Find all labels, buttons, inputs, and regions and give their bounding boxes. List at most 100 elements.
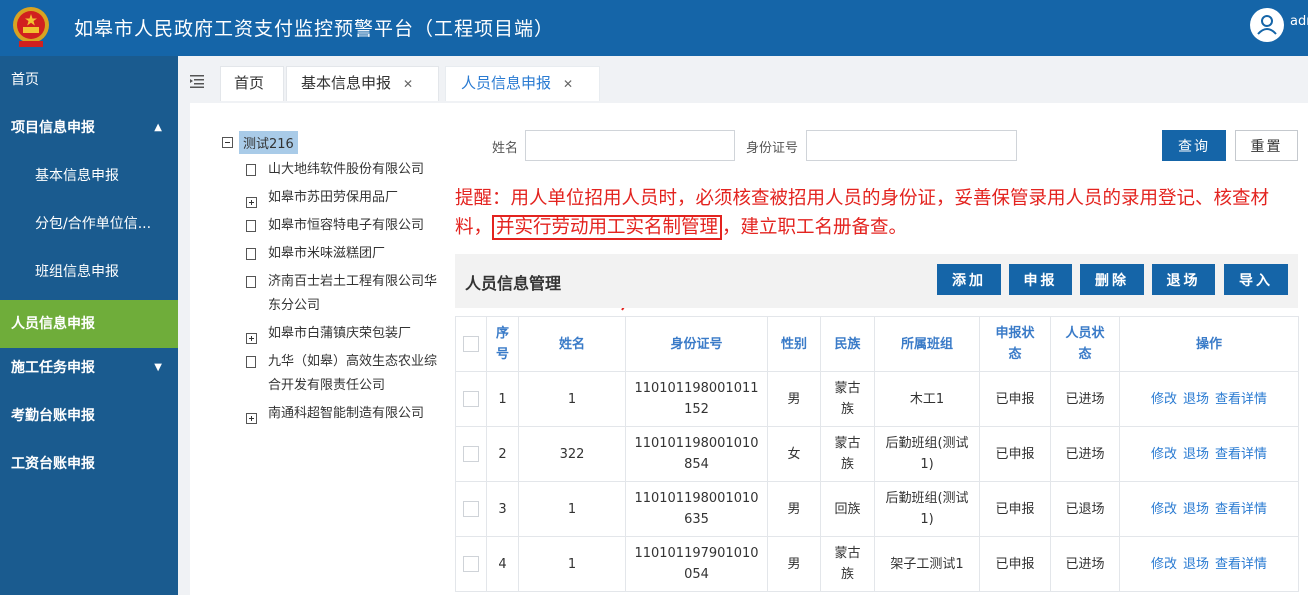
leave-link[interactable]: 退场 (1183, 557, 1209, 572)
tree-node-label[interactable]: 济南百士岩土工程有限公司华 (268, 271, 437, 293)
chevron-up-icon: ▲ (154, 122, 162, 133)
tree-node-label[interactable]: 如皋市白蒲镇庆荣包装厂 (268, 323, 411, 345)
sidebar-item-label: 基本信息申报 (35, 168, 119, 184)
tab-basic-info[interactable]: 基本信息申报 ✕ (286, 66, 439, 101)
cell-ops: 修改 退场 查看详情 (1119, 371, 1299, 427)
sidebar-item-label: 考勤台账申报 (11, 408, 95, 424)
panel-header: 人员信息管理 添加 申报 删除 退场 导入 (455, 254, 1298, 308)
column-header: 民族 (820, 316, 875, 372)
cell-seq: 3 (486, 481, 519, 537)
leave-link[interactable]: 退场 (1183, 392, 1209, 407)
query-button[interactable]: 查询 (1162, 130, 1226, 161)
detail-link[interactable]: 查看详情 (1215, 557, 1267, 572)
delete-button[interactable]: 删除 (1080, 264, 1144, 295)
tree-node-label[interactable]: 南通科超智能制造有限公司 (268, 403, 424, 425)
file-icon (246, 276, 256, 288)
sidebar-item-attendance[interactable]: 考勤台账申报 (0, 392, 178, 440)
tree-node-continuation[interactable]: 东分公司 (268, 295, 320, 317)
cell-name: 1 (518, 536, 626, 592)
cell-status: 已进场 (1050, 426, 1120, 482)
menu-toggle-icon[interactable] (190, 74, 204, 88)
tree-node-label[interactable]: 如皋市恒容特电子有限公司 (268, 215, 424, 237)
sidebar-item-basic-info[interactable]: 基本信息申报 (0, 152, 178, 200)
reset-button[interactable]: 重置 (1235, 130, 1298, 161)
file-icon (246, 248, 256, 260)
cell-team: 后勤班组(测试1) (874, 481, 980, 537)
tab-label: 首页 (234, 74, 265, 92)
cell-team: 架子工测试1 (874, 536, 980, 592)
cell-status: 已进场 (1050, 371, 1120, 427)
sidebar-item-subcontract[interactable]: 分包/合作单位信... (0, 200, 178, 248)
tree-node-label[interactable]: 如皋市苏田劳保用品厂 (268, 187, 398, 209)
leave-link[interactable]: 退场 (1183, 447, 1209, 462)
column-header: 姓名 (518, 316, 626, 372)
sidebar-item-personnel-info[interactable]: 人员信息申报 (0, 300, 178, 348)
tab-personnel-info[interactable]: 人员信息申报 ✕ (445, 66, 600, 101)
username[interactable]: admin (1290, 14, 1308, 29)
cell-declare: 已申报 (979, 426, 1051, 482)
leave-button[interactable]: 退场 (1152, 264, 1215, 295)
table-row: 1 1 110101198001011152 男 蒙古族 木工1 已申报 已进场… (455, 371, 1299, 427)
name-input[interactable] (525, 130, 735, 161)
row-checkbox[interactable] (463, 391, 479, 407)
panel-title: 人员信息管理 (465, 274, 562, 293)
expand-icon[interactable] (246, 413, 257, 424)
import-button[interactable]: 导入 (1224, 264, 1288, 295)
collapse-icon[interactable] (222, 137, 233, 148)
close-icon[interactable]: ✕ (403, 77, 413, 91)
tree-node-label[interactable]: 如皋市米味滋糕团厂 (268, 243, 385, 265)
tab-home[interactable]: 首页 (220, 66, 284, 101)
cell-name: 1 (518, 371, 626, 427)
cell-id: 110101197901010054 (625, 536, 768, 592)
select-all-cell[interactable] (455, 316, 487, 372)
cell-seq: 1 (486, 371, 519, 427)
tree-node-continuation[interactable]: 合开发有限责任公司 (268, 375, 385, 397)
cell-gender: 男 (767, 481, 821, 537)
personnel-table: 序号 姓名 身份证号 性别 民族 所属班组 申报状态 人员状态 操作 1 1 1… (455, 316, 1299, 592)
column-header: 序号 (486, 316, 519, 372)
detail-link[interactable]: 查看详情 (1215, 392, 1267, 407)
leave-link[interactable]: 退场 (1183, 502, 1209, 517)
cell-id: 110101198001010854 (625, 426, 768, 482)
row-checkbox[interactable] (463, 446, 479, 462)
row-checkbox[interactable] (463, 501, 479, 517)
cell-ops: 修改 退场 查看详情 (1119, 481, 1299, 537)
file-icon (246, 356, 256, 368)
file-icon (246, 164, 256, 176)
detail-link[interactable]: 查看详情 (1215, 447, 1267, 462)
sidebar-item-home[interactable]: 首页 (0, 56, 178, 104)
select-all-checkbox[interactable] (463, 336, 479, 352)
user-avatar[interactable] (1250, 8, 1284, 42)
edit-link[interactable]: 修改 (1151, 502, 1177, 517)
cell-gender: 男 (767, 371, 821, 427)
tree-root[interactable]: 测试216 (222, 131, 298, 154)
id-number-input[interactable] (806, 130, 1017, 161)
edit-link[interactable]: 修改 (1151, 447, 1177, 462)
edit-link[interactable]: 修改 (1151, 392, 1177, 407)
close-icon[interactable]: ✕ (563, 77, 573, 91)
report-button[interactable]: 申报 (1009, 264, 1072, 295)
sidebar-item-construction-task[interactable]: 施工任务申报 ▼ (0, 344, 178, 392)
sidebar-item-label: 首页 (11, 72, 39, 88)
tree-node-label[interactable]: 合开发有限责任公司 (268, 378, 385, 393)
detail-link[interactable]: 查看详情 (1215, 502, 1267, 517)
tab-bar: 首页 基本信息申报 ✕ 人员信息申报 ✕ (178, 56, 1308, 103)
column-header: 人员状态 (1050, 316, 1120, 372)
sidebar-item-label: 项目信息申报 (11, 120, 95, 136)
add-button[interactable]: 添加 (937, 264, 1001, 295)
tree-node-label[interactable]: 山大地纬软件股份有限公司 (268, 159, 424, 181)
cell-gender: 女 (767, 426, 821, 482)
sidebar-item-payroll[interactable]: 工资台账申报 (0, 440, 178, 488)
expand-icon[interactable] (246, 197, 257, 208)
cell-team: 后勤班组(测试1) (874, 426, 980, 482)
edit-link[interactable]: 修改 (1151, 557, 1177, 572)
sidebar-item-team-info[interactable]: 班组信息申报 (0, 248, 178, 296)
row-checkbox[interactable] (463, 556, 479, 572)
sidebar-item-project-info[interactable]: 项目信息申报 ▲ (0, 104, 178, 152)
file-icon (246, 220, 256, 232)
tree-root-label[interactable]: 测试216 (239, 131, 298, 154)
sidebar-item-label: 施工任务申报 (11, 360, 95, 376)
tree-node-label[interactable]: 东分公司 (268, 298, 320, 313)
expand-icon[interactable] (246, 333, 257, 344)
tree-node-label[interactable]: 九华（如皋）高效生态农业综 (268, 351, 437, 373)
